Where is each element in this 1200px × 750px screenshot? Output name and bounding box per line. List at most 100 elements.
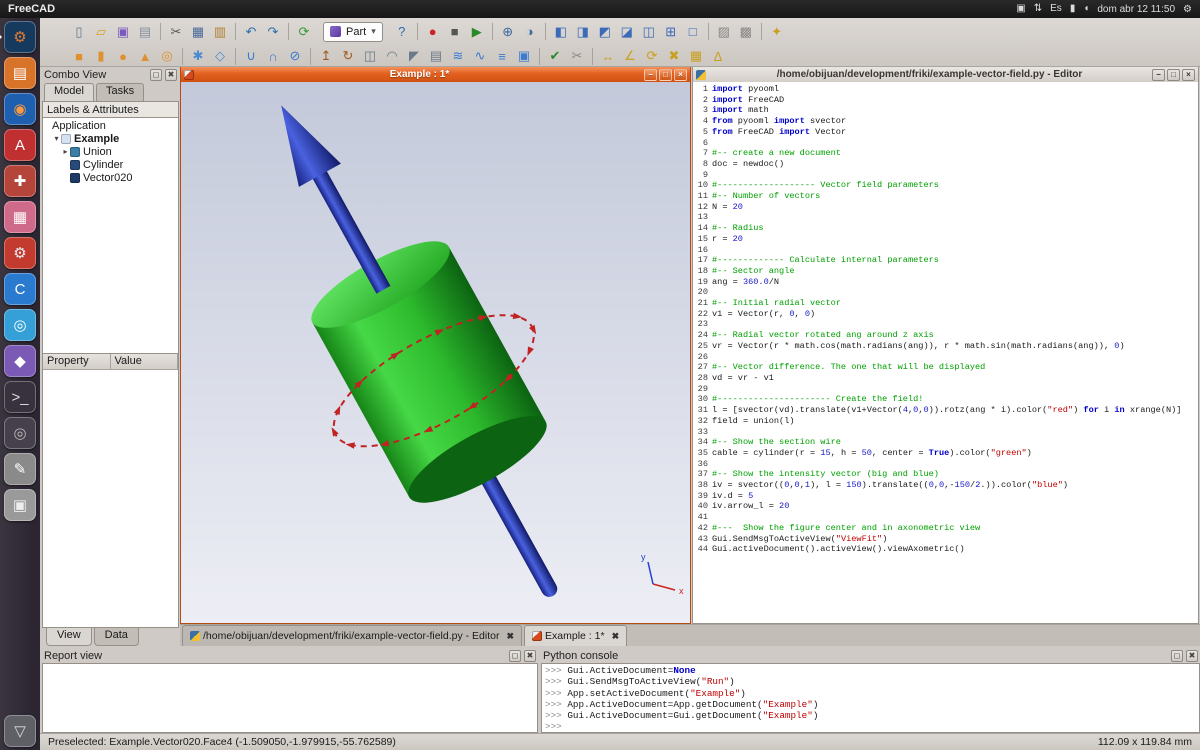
launcher-swirl-app-icon[interactable]: ◎ [4, 309, 36, 341]
boolean-common-icon[interactable]: ∩ [262, 46, 284, 66]
mirror-icon[interactable]: ◫ [359, 46, 381, 66]
measure-linear-icon[interactable]: ↔ [597, 46, 619, 66]
cut-icon[interactable]: ✂ [165, 22, 187, 42]
launcher-files-icon[interactable]: ▤ [4, 57, 36, 89]
session-menu-icon[interactable]: ⚙ [1183, 4, 1192, 15]
view-rear-icon[interactable]: ◫ [638, 22, 660, 42]
measure-toggle-3d-icon[interactable]: ▦ [685, 46, 707, 66]
view-left-icon[interactable]: □ [682, 22, 704, 42]
editor-titlebar[interactable]: /home/obijuan/development/friki/example-… [693, 67, 1198, 82]
whats-this-icon[interactable]: ? [391, 22, 413, 42]
launcher-firefox-icon[interactable]: ◉ [4, 93, 36, 125]
tab-tasks[interactable]: Tasks [96, 83, 144, 101]
part-sphere-icon[interactable]: ● [112, 46, 134, 66]
clock[interactable]: dom abr 12 11:50 [1097, 4, 1175, 15]
zoom-fit-icon[interactable]: ⊕ [497, 22, 519, 42]
measure-clear-icon[interactable]: ✖ [663, 46, 685, 66]
launcher-editor-icon[interactable]: ✎ [4, 453, 36, 485]
measure-refresh-icon[interactable]: ⟳ [641, 46, 663, 66]
network-sync-icon[interactable]: ⇅ [1034, 0, 1042, 18]
close-window-icon[interactable]: × [1182, 69, 1195, 81]
3d-viewport[interactable]: x y [181, 82, 690, 623]
tab-view[interactable]: View [46, 628, 92, 646]
macro-stop-icon[interactable]: ■ [444, 22, 466, 42]
tree-root-application[interactable]: Application [43, 119, 178, 132]
part-box-icon[interactable]: ■ [68, 46, 90, 66]
shape-builder-icon[interactable]: ◇ [209, 46, 231, 66]
battery-icon[interactable]: ▮ [1070, 0, 1076, 18]
open-document-icon[interactable]: ▱ [90, 22, 112, 42]
defeaturing-icon[interactable]: ✂ [566, 46, 588, 66]
measure-distance-icon[interactable]: ✦ [766, 22, 788, 42]
view-top-icon[interactable]: ◩ [594, 22, 616, 42]
measure-toggle-delta-icon[interactable]: Δ [707, 46, 729, 66]
launcher-terminal-icon[interactable]: >_ [4, 381, 36, 413]
property-column-header[interactable]: Property [43, 354, 111, 369]
view-front-icon[interactable]: ◨ [572, 22, 594, 42]
texture-mapping-icon[interactable]: ▩ [735, 22, 757, 42]
part-cylinder-icon[interactable]: ▮ [90, 46, 112, 66]
measure-angular-icon[interactable]: ∠ [619, 46, 641, 66]
toggle-clipping-icon[interactable]: ▨ [713, 22, 735, 42]
expand-arrow-icon[interactable]: ▸ [61, 147, 70, 156]
3d-view-titlebar[interactable]: Example : 1* − □ × [181, 67, 690, 82]
close-panel-icon[interactable]: ✖ [524, 650, 536, 662]
mdi-tab-inactive[interactable]: /home/obijuan/development/friki/example-… [182, 625, 522, 646]
volume-icon[interactable]: ◖ [1083, 0, 1089, 18]
close-tab-icon[interactable]: ✖ [506, 631, 514, 642]
extrude-icon[interactable]: ↥ [315, 46, 337, 66]
launcher-trash-icon[interactable]: ▽ [4, 715, 36, 747]
close-panel-icon[interactable]: ✖ [165, 69, 177, 81]
view-bottom-icon[interactable]: ⊞ [660, 22, 682, 42]
minimize-window-icon[interactable]: − [1152, 69, 1165, 81]
detach-panel-icon[interactable]: ◻ [1171, 650, 1183, 662]
launcher-toolbox-icon[interactable]: ✚ [4, 165, 36, 197]
launcher-freecad-icon[interactable]: ⚙ [4, 21, 36, 53]
chamfer-icon[interactable]: ◤ [403, 46, 425, 66]
sweep-icon[interactable]: ∿ [469, 46, 491, 66]
tree-item-cylinder[interactable]: Cylinder [43, 158, 178, 171]
detach-panel-icon[interactable]: ◻ [150, 69, 162, 81]
launcher-c-app-icon[interactable]: C [4, 273, 36, 305]
tab-data[interactable]: Data [94, 628, 139, 646]
close-tab-icon[interactable]: ✖ [612, 631, 620, 642]
print-icon[interactable]: ▤ [134, 22, 156, 42]
mdi-tab-active[interactable]: Example : 1*✖ [524, 625, 627, 646]
part-cone-icon[interactable]: ▲ [134, 46, 156, 66]
tree-item-vector020[interactable]: Vector020 [43, 171, 178, 184]
keyboard-layout-indicator[interactable]: Es [1050, 0, 1062, 18]
copy-icon[interactable]: ▦ [187, 22, 209, 42]
view-right-icon[interactable]: ◪ [616, 22, 638, 42]
macro-play-icon[interactable]: ▶ [466, 22, 488, 42]
save-icon[interactable]: ▣ [112, 22, 134, 42]
tree-item-example[interactable]: ▾Example [43, 132, 178, 145]
part-torus-icon[interactable]: ◎ [156, 46, 178, 66]
workbench-selector[interactable]: Part ▾ [323, 22, 383, 42]
macro-record-icon[interactable]: ● [422, 22, 444, 42]
view-axonometric-icon[interactable]: ◧ [550, 22, 572, 42]
close-window-icon[interactable]: × [674, 69, 687, 81]
part-primitives-icon[interactable]: ✱ [187, 46, 209, 66]
revolve-icon[interactable]: ↻ [337, 46, 359, 66]
ruled-surface-icon[interactable]: ▤ [425, 46, 447, 66]
offset-icon[interactable]: ≡ [491, 46, 513, 66]
boolean-union-icon[interactable]: ∪ [240, 46, 262, 66]
launcher-package-icon[interactable]: ▣ [4, 489, 36, 521]
fillet-icon[interactable]: ◠ [381, 46, 403, 66]
maximize-window-icon[interactable]: □ [1167, 69, 1180, 81]
code-editor[interactable]: 1import pyooml2import FreeCAD3import mat… [693, 82, 1198, 623]
tab-model[interactable]: Model [44, 83, 94, 101]
python-console-content[interactable]: >>> Gui.ActiveDocument=None>>> Gui.SendM… [541, 663, 1200, 733]
undo-icon[interactable]: ↶ [240, 22, 262, 42]
new-document-icon[interactable]: ▯ [68, 22, 90, 42]
tree-item-union[interactable]: ▸Union [43, 145, 178, 158]
close-panel-icon[interactable]: ✖ [1186, 650, 1198, 662]
launcher-pink-app-icon[interactable]: ▦ [4, 201, 36, 233]
launcher-settings-gear-icon[interactable]: ⚙ [4, 237, 36, 269]
maximize-window-icon[interactable]: □ [659, 69, 672, 81]
check-geometry-icon[interactable]: ✔ [544, 46, 566, 66]
launcher-purple-app-icon[interactable]: ◆ [4, 345, 36, 377]
detach-panel-icon[interactable]: ◻ [509, 650, 521, 662]
boolean-cut-icon[interactable]: ⊘ [284, 46, 306, 66]
launcher-text-a-icon[interactable]: A [4, 129, 36, 161]
